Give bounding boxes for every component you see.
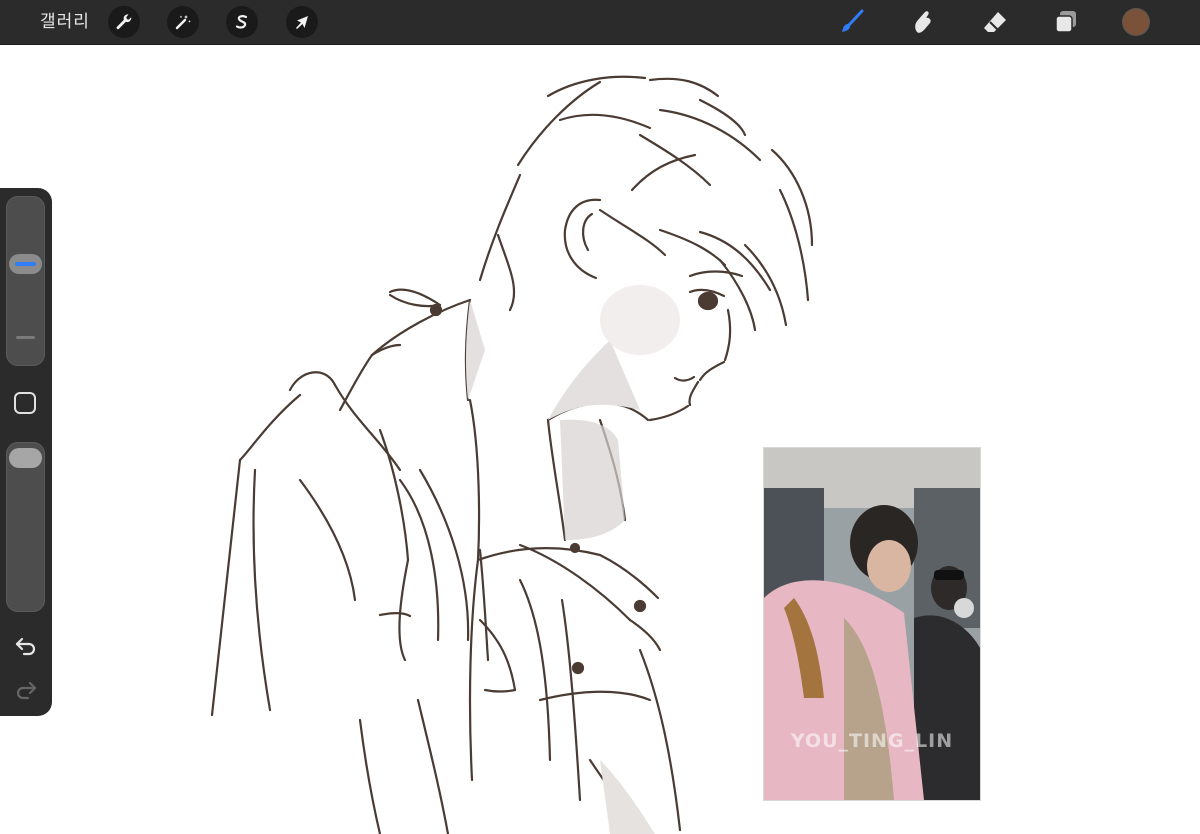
adjustments-button[interactable] [167, 6, 199, 38]
reference-watermark: YOU_TING_LIN [790, 730, 954, 752]
brush-tool[interactable] [836, 7, 866, 37]
line-art-drawing [210, 75, 814, 834]
smudge-finger-icon [915, 11, 931, 33]
selection-s-icon [235, 15, 248, 29]
layers-icon [1055, 11, 1076, 33]
transform-button[interactable] [286, 6, 318, 38]
magic-wand-icon [175, 15, 191, 30]
actions-button[interactable] [108, 6, 140, 38]
brush-icon [842, 9, 864, 32]
gallery-button[interactable]: 갤러리 [40, 10, 90, 34]
eraser-tool[interactable] [980, 7, 1010, 37]
selection-button[interactable] [226, 6, 258, 38]
wrench-icon [116, 14, 132, 30]
eraser-icon [984, 12, 1006, 32]
top-toolbar: 갤러리 [0, 0, 1200, 45]
layers-button[interactable] [1051, 7, 1081, 37]
arrow-cursor-icon [296, 16, 308, 29]
reference-photo[interactable]: YOU_TING_LIN [764, 448, 980, 800]
smudge-tool[interactable] [908, 7, 938, 37]
color-picker-button[interactable] [1122, 8, 1150, 36]
drawing-canvas[interactable]: YOU_TING_LIN [0, 45, 1200, 834]
